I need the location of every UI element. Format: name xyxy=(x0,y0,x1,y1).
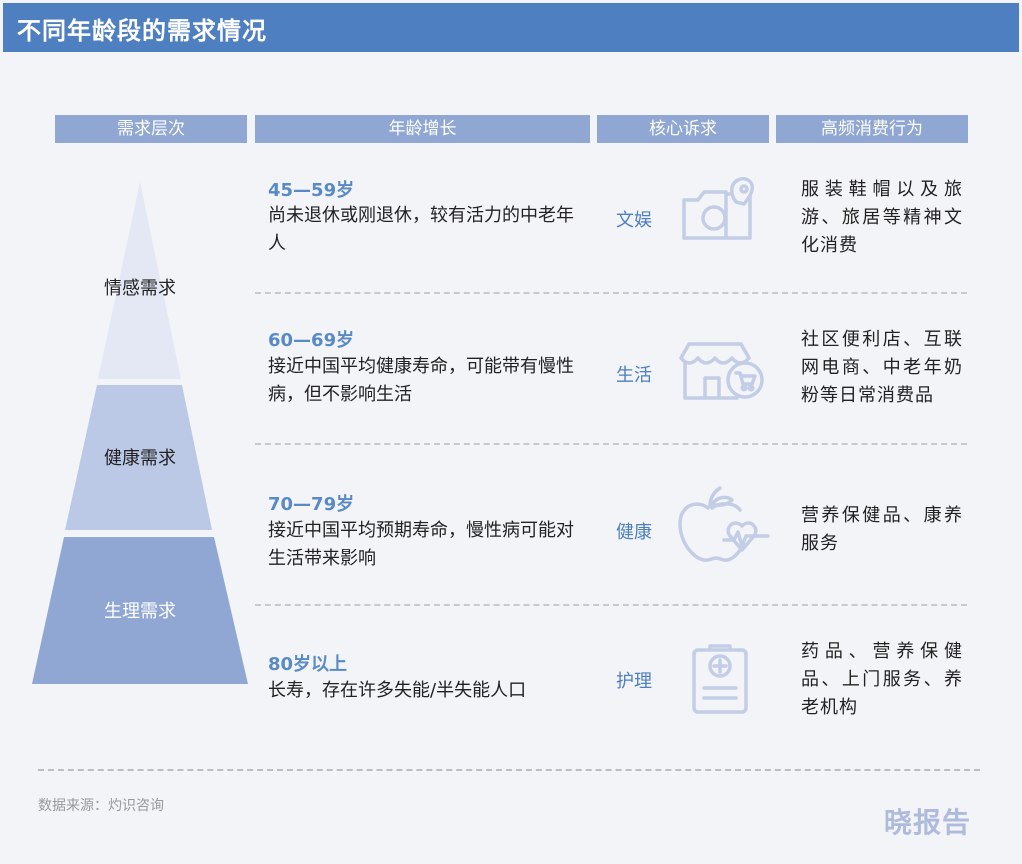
age-description-1: 尚未退休或刚退休，较有活力的中老年人 xyxy=(268,205,574,254)
core-demand-3: 健康 xyxy=(616,522,652,543)
medical-clipboard-icon xyxy=(692,644,748,714)
header-age-growth: 年龄增长 xyxy=(255,115,590,143)
footer-divider xyxy=(38,769,980,771)
store-cart-icon xyxy=(679,342,764,400)
pyramid-diagram xyxy=(32,182,248,684)
consumption-behavior-1: 服装鞋帽以及旅游、旅居等精神文化消费 xyxy=(801,179,963,256)
age-range-1: 45—59岁 xyxy=(268,180,355,201)
core-demand-1: 文娱 xyxy=(616,210,652,231)
core-demand-2: 生活 xyxy=(616,365,652,386)
row-divider xyxy=(255,443,967,445)
row-divider xyxy=(255,604,967,606)
consumption-behavior-2: 社区便利店、互联网电商、中老年奶粉等日常消费品 xyxy=(801,329,963,406)
age-range-3: 70—79岁 xyxy=(268,494,355,515)
camera-location-icon xyxy=(682,177,755,240)
core-demand-4: 护理 xyxy=(616,671,652,692)
age-description-2: 接近中国平均健康寿命，可能带有慢性病，但不影响生活 xyxy=(268,356,574,405)
age-range-4: 80岁以上 xyxy=(268,654,348,675)
data-source: 数据来源：灼识咨询 xyxy=(38,798,164,814)
tier-label-emotional: 情感需求 xyxy=(104,278,176,299)
header-core-demand: 核心诉求 xyxy=(597,115,769,143)
age-description-3: 接近中国平均预期寿命，慢性病可能对生活带来影响 xyxy=(268,520,574,569)
header-consumption: 高频消费行为 xyxy=(776,115,968,143)
tier-label-health: 健康需求 xyxy=(104,448,176,469)
apple-heart-icon xyxy=(678,486,770,562)
consumption-behavior-4: 药品、营养保健品、上门服务、养老机构 xyxy=(801,641,963,718)
age-range-2: 60—69岁 xyxy=(268,330,355,351)
consumption-behavior-3: 营养保健品、康养服务 xyxy=(801,505,963,554)
tier-label-physiological: 生理需求 xyxy=(104,601,176,622)
brand-logo: 晓报告 xyxy=(884,806,972,839)
age-description-4: 长寿，存在许多失能/半失能人口 xyxy=(268,680,527,701)
row-divider xyxy=(255,292,967,294)
